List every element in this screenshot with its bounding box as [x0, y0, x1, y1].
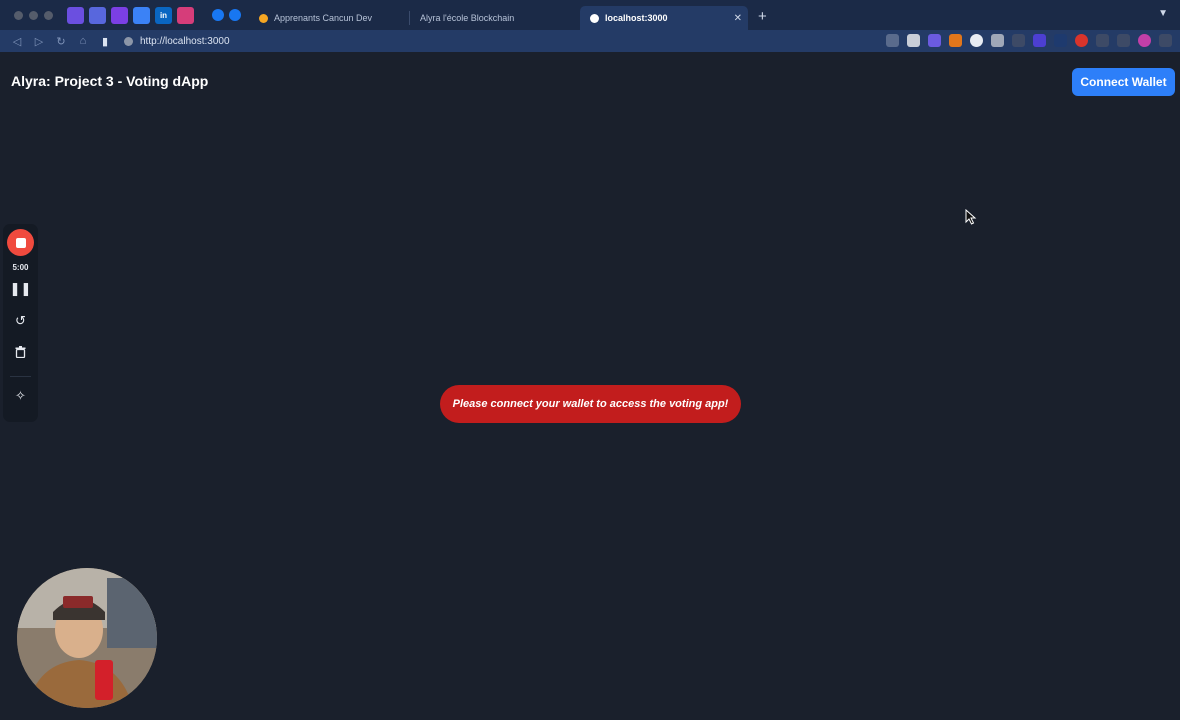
close-window-icon[interactable]	[14, 10, 23, 20]
profile-avatar[interactable]	[1138, 34, 1151, 47]
linkedin-icon[interactable]: in	[155, 6, 172, 24]
app-title: Alyra: Project 3 - Voting dApp	[11, 73, 209, 89]
close-tab-icon[interactable]: ✕	[734, 13, 742, 24]
reload-icon[interactable]: ↻	[50, 35, 72, 48]
notion-icon[interactable]	[991, 34, 1004, 47]
pause-icon[interactable]: ❚❚	[3, 281, 38, 297]
extension-icon[interactable]	[928, 34, 941, 47]
restart-icon[interactable]: ↺	[3, 313, 38, 329]
recording-timer: 5:00	[12, 263, 29, 272]
connect-wallet-alert: Please connect your wallet to access the…	[440, 385, 741, 423]
address-bar[interactable]: http://localhost:3000	[124, 36, 230, 47]
maximize-window-icon[interactable]	[44, 10, 53, 20]
pinned-tabs: in	[67, 6, 241, 24]
extension-icon[interactable]	[1033, 34, 1046, 47]
forward-icon[interactable]: ▷	[28, 35, 50, 48]
pinned-tab-icon[interactable]	[67, 6, 84, 24]
minimize-window-icon[interactable]	[29, 10, 38, 20]
window-controls	[14, 10, 53, 20]
tab-alyra[interactable]: Alyra l'école Blockchain	[410, 6, 580, 30]
new-tab-icon[interactable]: +	[758, 8, 767, 25]
triangle-favicon-icon	[590, 13, 599, 23]
stop-recording-button[interactable]	[7, 229, 34, 256]
extension-icon[interactable]	[1075, 34, 1088, 47]
stop-icon	[15, 237, 26, 248]
site-info-icon[interactable]	[124, 36, 133, 46]
webcam-video-icon	[17, 568, 157, 708]
browser-tab-strip: in Apprenants Cancun Dev Alyra l'école B…	[0, 0, 1180, 30]
puzzle-icon[interactable]	[1096, 34, 1109, 47]
app-page: Alyra: Project 3 - Voting dApp Connect W…	[0, 52, 1180, 720]
browser-toolbar: ◁ ▷ ↻ ⌂ ▮ http://localhost:3000	[0, 30, 1180, 52]
pinned-tab-icon[interactable]	[111, 6, 128, 24]
tab-localhost[interactable]: localhost:3000 ✕	[580, 6, 748, 30]
connect-wallet-button[interactable]: Connect Wallet	[1072, 68, 1175, 96]
extension-icon[interactable]	[1054, 34, 1067, 47]
pinned-tab-icon[interactable]	[89, 6, 106, 24]
share-icon[interactable]	[886, 34, 899, 47]
chevron-down-icon[interactable]: ▼	[1158, 8, 1168, 19]
trash-icon[interactable]	[3, 346, 38, 361]
pinned-tab-icon[interactable]	[133, 6, 150, 24]
webcam-bubble[interactable]	[17, 568, 157, 708]
back-icon[interactable]: ◁	[6, 35, 28, 48]
mouse-cursor-icon	[965, 209, 977, 225]
pinned-tab-icon[interactable]	[177, 6, 194, 24]
effects-icon[interactable]: ✧	[3, 388, 38, 404]
extension-icon[interactable]	[1012, 34, 1025, 47]
tab-apprenants[interactable]: Apprenants Cancun Dev	[249, 6, 409, 30]
screen-recorder-controls: 5:00 ❚❚ ↺ ✧	[3, 224, 38, 422]
sidebar-icon[interactable]	[1117, 34, 1130, 47]
home-icon[interactable]: ⌂	[72, 35, 94, 47]
menu-icon[interactable]	[1159, 34, 1172, 47]
url-text[interactable]: http://localhost:3000	[140, 36, 230, 47]
tab-favicon-icon	[259, 13, 268, 23]
messenger-icon[interactable]	[229, 9, 241, 21]
messenger-icon[interactable]	[212, 9, 224, 21]
extensions-area	[886, 34, 1172, 47]
bookmark-icon[interactable]: ▮	[94, 35, 116, 48]
brave-shield-icon[interactable]	[907, 34, 920, 47]
metamask-icon[interactable]	[949, 34, 962, 47]
extension-icon[interactable]	[970, 34, 983, 47]
